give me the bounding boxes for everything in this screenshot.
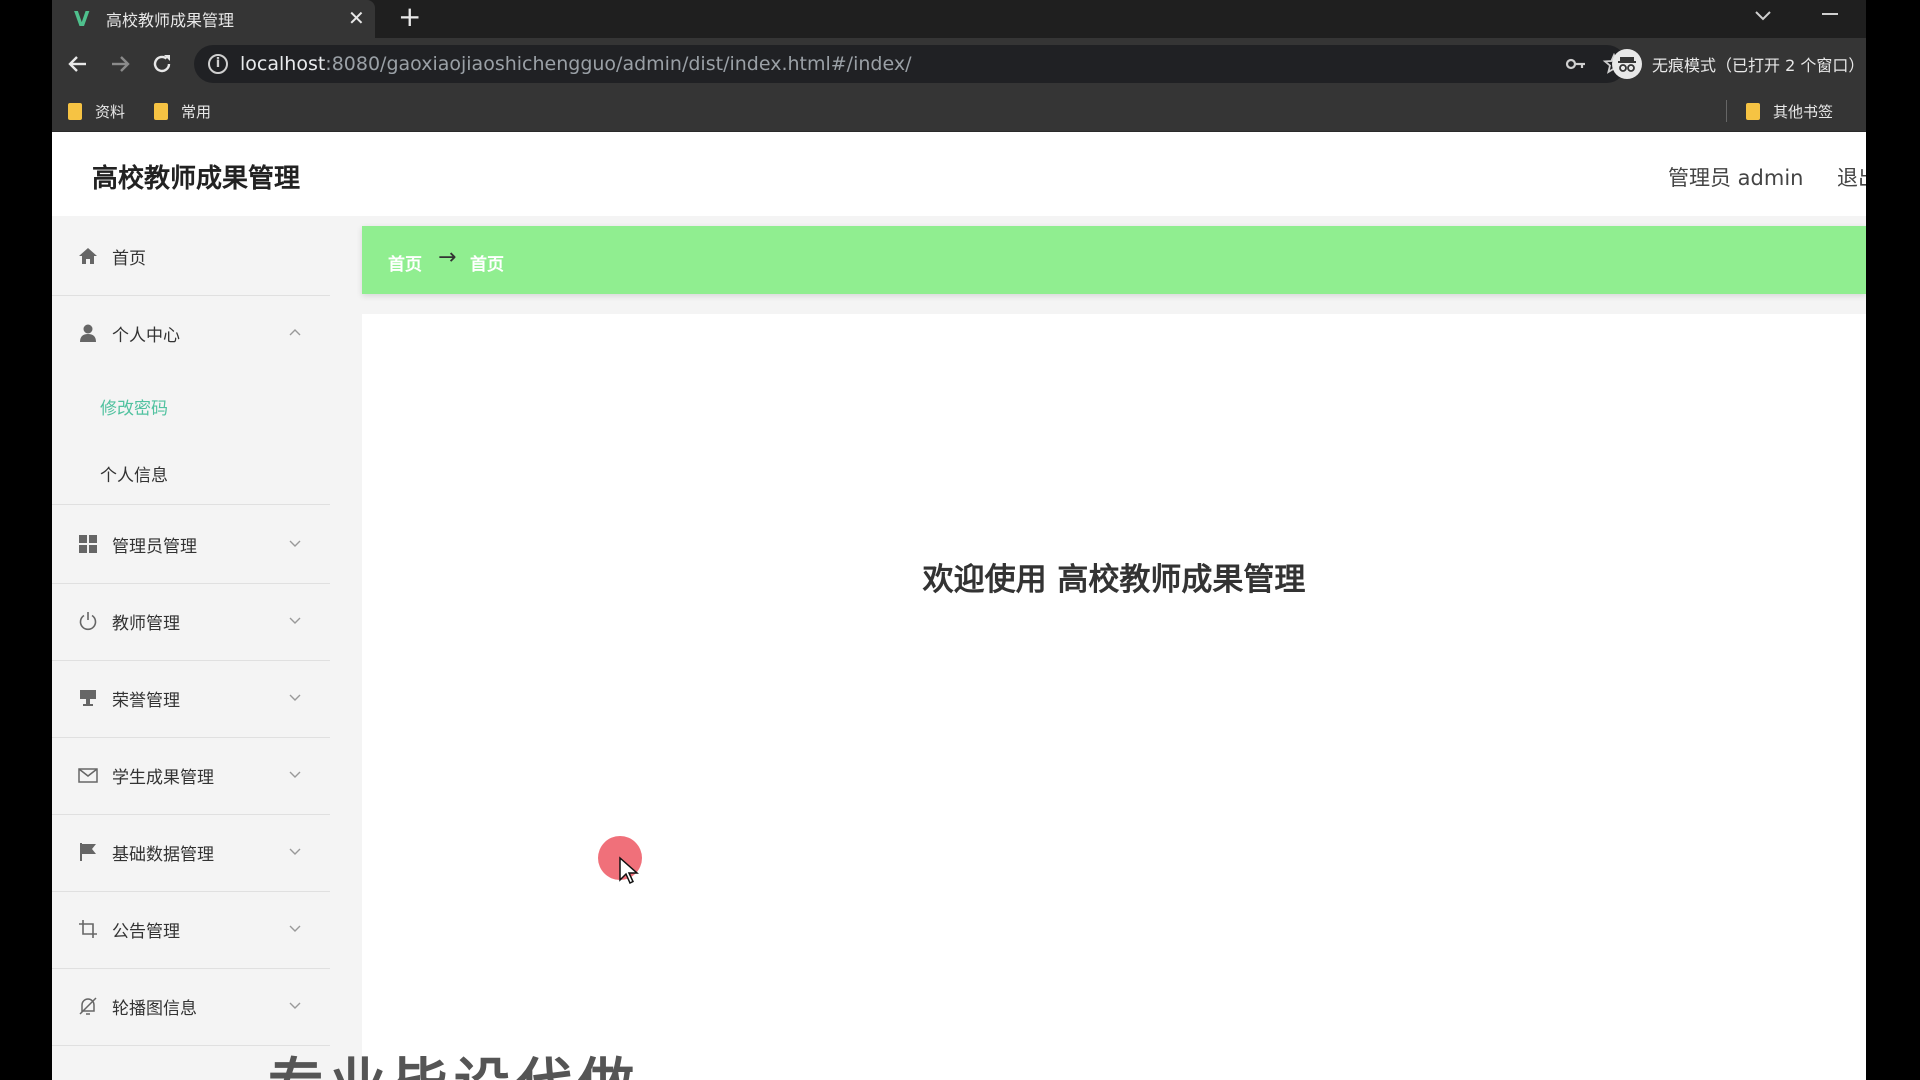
- sidebar-item-basic-data-management[interactable]: 基础数据管理: [52, 816, 330, 892]
- incognito-indicator[interactable]: 无痕模式（已打开 2 个窗口）: [1612, 44, 1864, 84]
- incognito-icon: [1612, 49, 1642, 79]
- breadcrumb-home[interactable]: 首页: [388, 250, 422, 275]
- home-icon: [79, 248, 97, 264]
- chevron-down-icon: [289, 848, 301, 855]
- new-tab-icon[interactable]: +: [398, 2, 421, 32]
- app-title: 高校教师成果管理: [92, 164, 301, 194]
- folder-icon: [1746, 102, 1760, 120]
- app-root: 高校教师成果管理 管理员 admin 退出 首页 个人中心: [52, 132, 1866, 1080]
- vue-logo-icon: V: [74, 7, 90, 31]
- forward-arrow-icon[interactable]: [106, 50, 134, 78]
- chevron-down-icon: [289, 617, 301, 624]
- sidebar-item-admin-management[interactable]: 管理员管理: [52, 508, 330, 584]
- app-header: 高校教师成果管理 管理员 admin 退出: [52, 132, 1866, 216]
- browser-window: V 高校教师成果管理 ✕ + i localhost:8080/gaoxiaoj…: [52, 0, 1866, 1080]
- chevron-up-icon: [289, 329, 301, 336]
- welcome-title: 欢迎使用 高校教师成果管理: [922, 562, 1306, 598]
- tab-title: 高校教师成果管理: [106, 11, 235, 30]
- breadcrumb-current: 首页: [470, 255, 504, 275]
- sidebar-item-honor-management[interactable]: 荣誉管理: [52, 662, 330, 738]
- grid-icon: [79, 535, 97, 553]
- logout-link[interactable]: 退出: [1837, 162, 1866, 192]
- sidebar: 首页 个人中心 修改密码 个人信息 管理员管理 教师管理 荣誉管理 学生成果管理…: [52, 220, 330, 1080]
- minimize-window-icon[interactable]: [1822, 13, 1838, 15]
- back-arrow-icon[interactable]: [64, 50, 92, 78]
- main-content: 欢迎使用 高校教师成果管理: [362, 314, 1866, 1080]
- mouse-cursor-icon: [619, 856, 639, 885]
- bookmarks-bar: 资料 常用 其他书签: [52, 90, 1866, 132]
- sidebar-item-home[interactable]: 首页: [52, 220, 330, 296]
- browser-toolbar: i localhost:8080/gaoxiaojiaoshichengguo/…: [52, 38, 1866, 90]
- trophy-icon: [80, 690, 96, 706]
- sidebar-item-carousel-info[interactable]: 轮播图信息: [52, 970, 330, 1046]
- sidebar-item-personal-center[interactable]: 个人中心: [52, 297, 330, 373]
- sidebar-subitem-personal-info[interactable]: 个人信息: [52, 440, 330, 505]
- video-caption-overlay: 专业毕设代做: [268, 1040, 640, 1080]
- bookmark-folder-changyong[interactable]: 常用: [154, 100, 211, 122]
- user-icon: [80, 324, 96, 342]
- close-tab-icon[interactable]: ✕: [348, 6, 365, 30]
- breadcrumb-separator: →: [438, 245, 457, 270]
- power-icon: [79, 612, 97, 631]
- address-bar[interactable]: i localhost:8080/gaoxiaojiaoshichengguo/…: [194, 45, 1626, 83]
- chevron-down-icon: [289, 540, 301, 547]
- tab-search-chevron-icon[interactable]: [1752, 4, 1774, 28]
- flag-icon: [80, 843, 96, 861]
- sidebar-item-student-achievement-management[interactable]: 学生成果管理: [52, 739, 330, 815]
- tab-strip: V 高校教师成果管理 ✕ +: [52, 0, 1866, 38]
- chevron-down-icon: [289, 694, 301, 701]
- bell-off-icon: [79, 997, 97, 1015]
- current-user: 管理员 admin: [1668, 166, 1804, 190]
- folder-icon: [68, 102, 82, 120]
- url-text: localhost:8080/gaoxiaojiaoshichengguo/ad…: [240, 53, 912, 75]
- folder-icon: [154, 102, 168, 120]
- crop-icon: [79, 920, 97, 938]
- site-info-icon[interactable]: i: [208, 54, 228, 74]
- bookmark-folder-ziliao[interactable]: 资料: [68, 100, 125, 122]
- reload-icon[interactable]: [148, 50, 176, 78]
- sidebar-subitem-change-password[interactable]: 修改密码: [52, 373, 330, 437]
- sidebar-item-teacher-management[interactable]: 教师管理: [52, 585, 330, 661]
- chevron-down-icon: [289, 771, 301, 778]
- chevron-down-icon: [289, 1002, 301, 1009]
- breadcrumb: 首页 → 首页: [362, 226, 1866, 294]
- chevron-down-icon: [289, 925, 301, 932]
- mail-icon: [78, 768, 98, 783]
- bookmark-folder-other[interactable]: 其他书签: [1746, 100, 1833, 122]
- sidebar-item-notice-management[interactable]: 公告管理: [52, 893, 330, 969]
- key-icon[interactable]: [1564, 53, 1588, 75]
- incognito-label: 无痕模式（已打开 2 个窗口）: [1652, 56, 1865, 75]
- bookmarks-divider: [1726, 100, 1727, 122]
- browser-tab[interactable]: V 高校教师成果管理 ✕: [52, 0, 375, 38]
